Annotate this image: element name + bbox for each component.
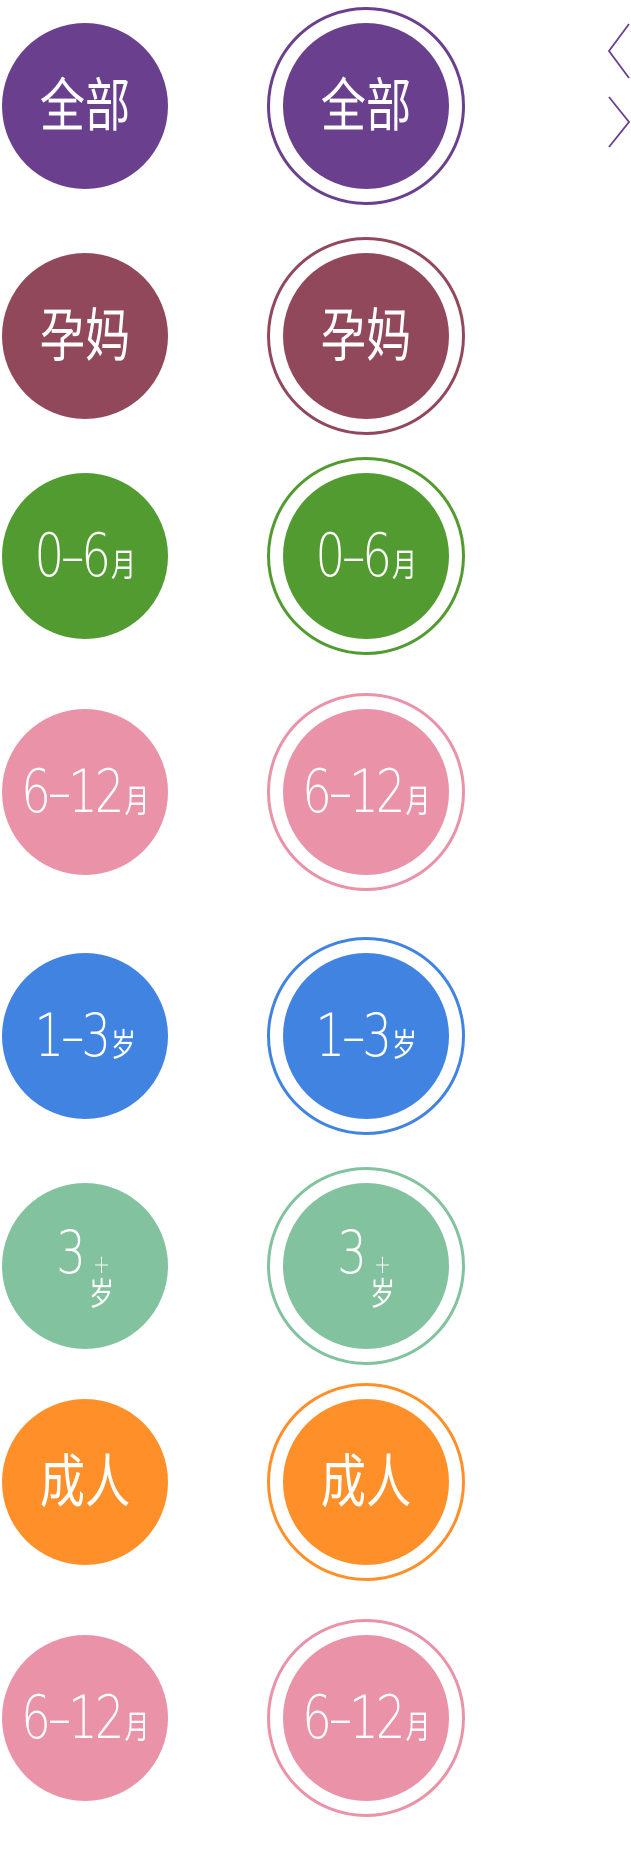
category-selected-fill: 孕妈 bbox=[283, 253, 449, 419]
category-row-all: 全部 全部 bbox=[0, 6, 631, 206]
category-unit: 月 bbox=[110, 546, 136, 584]
category-button-all[interactable]: 全部 bbox=[2, 23, 168, 189]
category-label: 3 + 岁 bbox=[337, 1223, 395, 1310]
category-main-text: 成人 bbox=[39, 1448, 131, 1516]
category-unit: 岁 bbox=[391, 1026, 417, 1064]
category-row-6-12m: 6–12 月 6–12 月 bbox=[0, 692, 631, 892]
category-button-selected-6-12m-b[interactable]: 6–12 月 bbox=[267, 1619, 465, 1817]
category-unit: 月 bbox=[405, 1708, 431, 1746]
category-main-text: 孕妈 bbox=[320, 302, 412, 370]
category-button-1-3y[interactable]: 1–3 岁 bbox=[2, 953, 168, 1119]
category-row-6-12m-b: 6–12 月 6–12 月 bbox=[0, 1618, 631, 1818]
category-button-3y-plus[interactable]: 3 + 岁 bbox=[2, 1183, 168, 1349]
category-label: 孕妈 bbox=[40, 307, 130, 365]
category-button-selected-1-3y[interactable]: 1–3 岁 bbox=[267, 937, 465, 1135]
category-main-text: 成人 bbox=[320, 1448, 412, 1516]
category-button-adult[interactable]: 成人 bbox=[2, 1399, 168, 1565]
category-selected-fill: 全部 bbox=[283, 23, 449, 189]
category-unit: 月 bbox=[124, 1708, 150, 1746]
category-label: 6–12 月 bbox=[302, 762, 430, 822]
category-label: 1–3 岁 bbox=[315, 1006, 417, 1066]
category-button-selected-all[interactable]: 全部 bbox=[267, 7, 465, 205]
category-label: 6–12 月 bbox=[21, 1688, 149, 1748]
category-label: 全部 bbox=[40, 77, 130, 135]
category-button-selected-adult[interactable]: 成人 bbox=[267, 1383, 465, 1581]
category-label: 成人 bbox=[321, 1453, 411, 1511]
category-label: 3 + 岁 bbox=[56, 1223, 114, 1310]
category-main-text: 6–12 bbox=[20, 1683, 124, 1753]
category-unit-stack: + 岁 bbox=[370, 1252, 395, 1310]
category-selected-fill: 3 + 岁 bbox=[283, 1183, 449, 1349]
category-row-adult: 成人 成人 bbox=[0, 1382, 631, 1582]
category-main-text: 3 bbox=[56, 1217, 86, 1288]
category-button-6-12m-b[interactable]: 6–12 月 bbox=[2, 1635, 168, 1801]
category-unit: 月 bbox=[405, 782, 431, 820]
category-selected-fill: 6–12 月 bbox=[283, 1635, 449, 1801]
category-unit-stack: + 岁 bbox=[89, 1252, 114, 1310]
category-unit: 月 bbox=[391, 546, 417, 584]
category-button-selected-pregnancy[interactable]: 孕妈 bbox=[267, 237, 465, 435]
category-main-text: 3 bbox=[337, 1217, 367, 1288]
category-button-selected-6-12m[interactable]: 6–12 月 bbox=[267, 693, 465, 891]
category-label: 全部 bbox=[321, 77, 411, 135]
category-selected-fill: 成人 bbox=[283, 1399, 449, 1565]
category-unit: 岁 bbox=[110, 1026, 136, 1064]
category-label: 孕妈 bbox=[321, 307, 411, 365]
category-unit: 月 bbox=[124, 782, 150, 820]
category-label: 成人 bbox=[40, 1453, 130, 1511]
category-main-text: 1–3 bbox=[34, 1001, 111, 1071]
category-label: 0–6 月 bbox=[34, 526, 136, 586]
category-label: 0–6 月 bbox=[315, 526, 417, 586]
category-row-pregnancy: 孕妈 孕妈 bbox=[0, 236, 631, 436]
category-main-text: 全部 bbox=[39, 72, 131, 140]
category-button-0-6m[interactable]: 0–6 月 bbox=[2, 473, 168, 639]
category-main-text: 孕妈 bbox=[39, 302, 131, 370]
category-unit: 岁 bbox=[369, 1274, 395, 1313]
category-main-text: 全部 bbox=[320, 72, 412, 140]
category-row-3y-plus: 3 + 岁 3 + 岁 bbox=[0, 1166, 631, 1366]
category-label: 1–3 岁 bbox=[34, 1006, 136, 1066]
category-button-6-12m[interactable]: 6–12 月 bbox=[2, 709, 168, 875]
category-button-selected-3y-plus[interactable]: 3 + 岁 bbox=[267, 1167, 465, 1365]
category-button-pregnancy[interactable]: 孕妈 bbox=[2, 253, 168, 419]
category-main-text: 6–12 bbox=[301, 1683, 405, 1753]
category-row-0-6m: 0–6 月 0–6 月 bbox=[0, 456, 631, 656]
category-row-1-3y: 1–3 岁 1–3 岁 bbox=[0, 936, 631, 1136]
category-label: 6–12 月 bbox=[302, 1688, 430, 1748]
category-selected-fill: 0–6 月 bbox=[283, 473, 449, 639]
category-selected-fill: 6–12 月 bbox=[283, 709, 449, 875]
category-button-selected-0-6m[interactable]: 0–6 月 bbox=[267, 457, 465, 655]
category-main-text: 1–3 bbox=[315, 1001, 392, 1071]
category-unit: 岁 bbox=[88, 1274, 114, 1313]
category-main-text: 6–12 bbox=[301, 757, 405, 827]
category-label: 6–12 月 bbox=[21, 762, 149, 822]
category-selected-fill: 1–3 岁 bbox=[283, 953, 449, 1119]
category-main-text: 6–12 bbox=[20, 757, 124, 827]
category-main-text: 0–6 bbox=[315, 521, 392, 591]
category-main-text: 0–6 bbox=[34, 521, 111, 591]
